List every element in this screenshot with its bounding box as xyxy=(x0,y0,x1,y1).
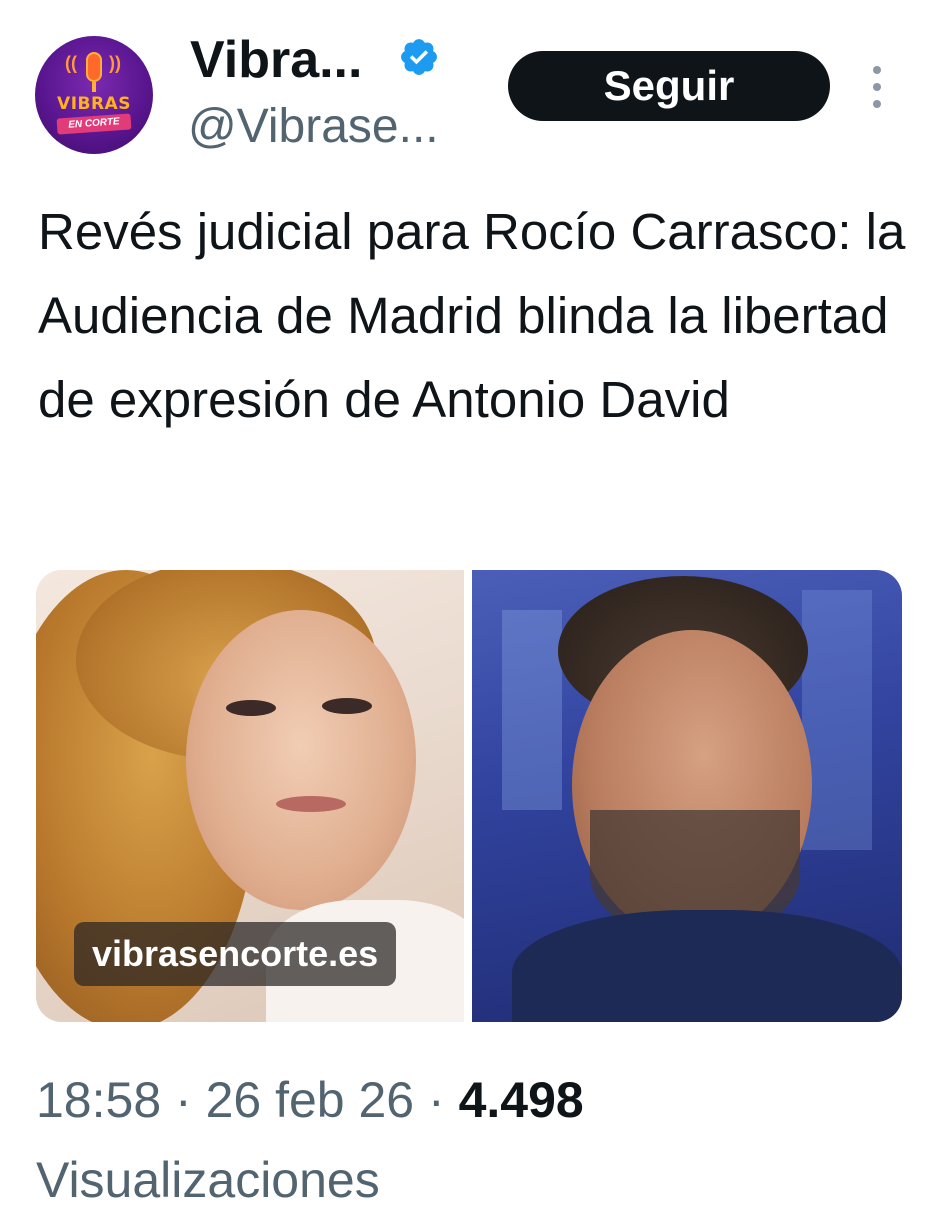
avatar-logo-subtext: EN CORTE xyxy=(56,113,132,135)
account-avatar[interactable]: (( )) VIBRAS EN CORTE xyxy=(35,36,153,154)
tweet-media[interactable]: vibrasencorte.es xyxy=(36,570,902,1022)
tweet-header: (( )) VIBRAS EN CORTE Vibra... @Vibrase.… xyxy=(0,0,936,170)
verified-badge-icon xyxy=(401,39,437,75)
more-vertical-icon[interactable] xyxy=(864,62,890,112)
sound-wave-icon: (( xyxy=(65,53,77,73)
tweet-meta: 18:58 · 26 feb 26 · 4.498 Visualizacione… xyxy=(36,1060,916,1220)
account-display-name[interactable]: Vibra... xyxy=(190,30,362,90)
avatar-logo-text: VIBRAS xyxy=(57,94,131,114)
follow-button[interactable]: Seguir xyxy=(508,51,830,121)
microphone-icon xyxy=(86,52,102,82)
account-handle[interactable]: @Vibrase... xyxy=(188,98,439,156)
media-photo-1[interactable]: vibrasencorte.es xyxy=(36,570,464,1022)
tweet-time[interactable]: 18:58 xyxy=(36,1072,161,1128)
tweet-date[interactable]: 26 feb 26 xyxy=(206,1072,415,1128)
meta-separator: · xyxy=(175,1072,192,1128)
media-photo-2[interactable] xyxy=(472,570,902,1022)
media-source-label: vibrasencorte.es xyxy=(74,922,397,986)
meta-separator: · xyxy=(428,1072,445,1128)
tweet-text: Revés judicial para Rocío Carrasco: la A… xyxy=(38,203,906,428)
views-count: 4.498 xyxy=(458,1072,584,1128)
sound-wave-icon: )) xyxy=(109,53,121,73)
